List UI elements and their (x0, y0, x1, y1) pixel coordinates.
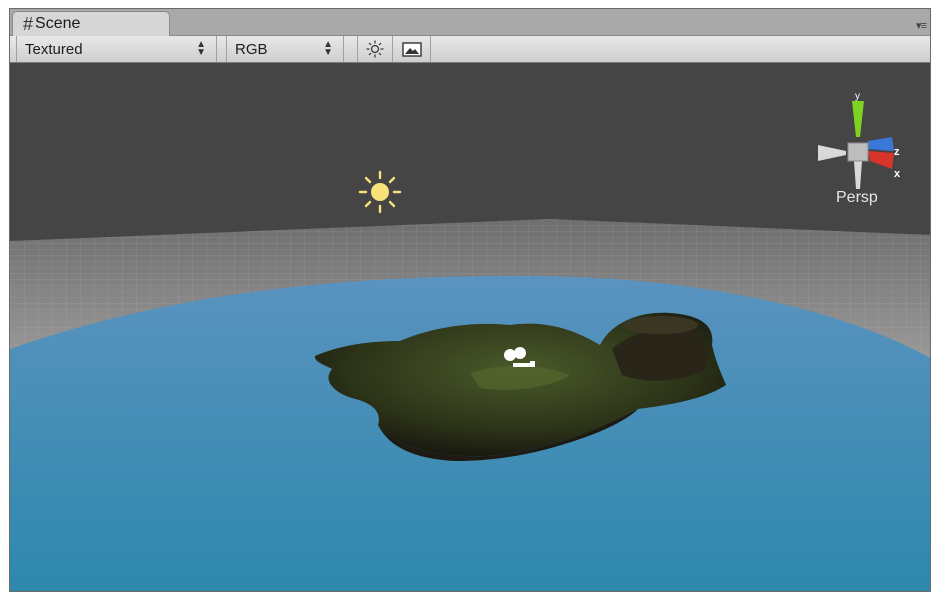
game-overlay-button[interactable] (393, 36, 431, 62)
up-down-arrows-icon: ▲ ▼ (196, 39, 206, 58)
up-down-arrows-icon: ▲ ▼ (323, 39, 333, 58)
projection-label[interactable]: Persp (836, 189, 878, 207)
tab-bar: # Scene ▾≡ (10, 9, 930, 36)
color-mode-dropdown[interactable]: RGB ▲ ▼ (226, 36, 344, 62)
color-mode-value: RGB (235, 40, 268, 58)
tab-scene[interactable]: # Scene (12, 11, 170, 36)
render-mode-dropdown[interactable]: Textured ▲ ▼ (16, 36, 217, 62)
gizmo-y-label: y (855, 91, 860, 102)
hash-icon: # (23, 13, 34, 34)
scene-toolbar: Textured ▲ ▼ RGB ▲ ▼ (10, 36, 930, 63)
sun-light-icon[interactable] (358, 170, 402, 214)
scene-panel: # Scene ▾≡ Textured ▲ ▼ RGB ▲ ▼ y z x Pe… (9, 8, 931, 592)
scene-viewport[interactable]: y z x Persp (10, 63, 930, 591)
tab-scene-label: Scene (35, 15, 81, 32)
orientation-gizmo[interactable]: y z x (818, 91, 901, 189)
render-mode-value: Textured (25, 40, 83, 58)
gizmo-z-label: z (894, 146, 900, 158)
scene-lighting-button[interactable] (357, 36, 393, 62)
sun-icon (366, 40, 384, 58)
image-icon (401, 41, 422, 57)
panel-menu-icon[interactable]: ▾≡ (916, 19, 927, 32)
gizmo-x-label: x (894, 168, 901, 180)
